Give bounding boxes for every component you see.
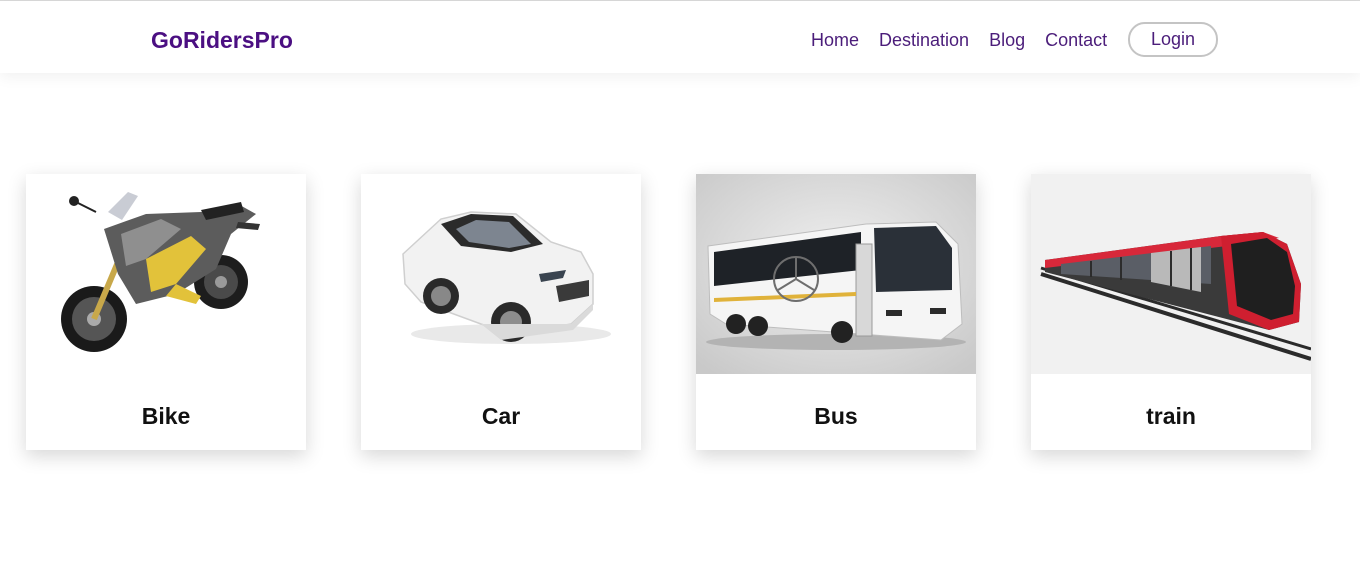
card-title: Bus bbox=[814, 403, 858, 429]
card-title: Bike bbox=[141, 403, 191, 429]
train-image bbox=[1031, 174, 1311, 374]
nav-link-destination[interactable]: Destination bbox=[879, 28, 969, 52]
card-bus[interactable]: Bus bbox=[696, 174, 976, 450]
bus-image bbox=[696, 174, 976, 374]
card-car[interactable]: Car bbox=[361, 174, 641, 450]
car-image bbox=[361, 174, 641, 374]
card-title: Car bbox=[481, 403, 521, 429]
card-bike[interactable]: Bike bbox=[26, 174, 306, 450]
nav-link-home[interactable]: Home bbox=[811, 28, 859, 52]
nav-link-blog[interactable]: Blog bbox=[989, 28, 1025, 52]
login-button[interactable]: Login bbox=[1128, 22, 1218, 57]
nav-links: Home Destination Blog Contact bbox=[811, 28, 1127, 52]
brand-logo[interactable]: GoRidersPro bbox=[151, 26, 293, 54]
card-title: train bbox=[1146, 403, 1196, 429]
nav-link-contact[interactable]: Contact bbox=[1045, 28, 1107, 52]
navbar: GoRidersPro Home Destination Blog Contac… bbox=[0, 1, 1360, 73]
card-train[interactable]: train bbox=[1031, 174, 1311, 450]
motorcycle-image bbox=[26, 174, 306, 374]
